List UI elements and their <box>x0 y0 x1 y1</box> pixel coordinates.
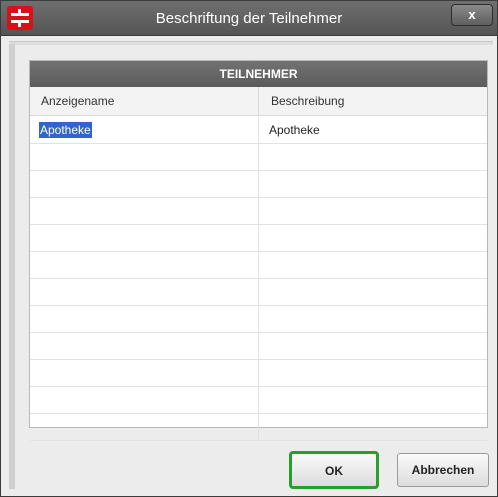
window-title: Beschriftung der Teilnehmer <box>155 10 343 27</box>
description-cell[interactable] <box>259 252 487 278</box>
display-name-cell[interactable] <box>30 171 259 197</box>
dialog-window: Beschriftung der Teilnehmer x TEILNEHMER… <box>0 0 498 497</box>
description-cell[interactable] <box>259 306 487 332</box>
table-row[interactable] <box>30 414 487 441</box>
table-title: TEILNEHMER <box>30 61 487 87</box>
display-name-cell[interactable] <box>30 144 259 170</box>
description-cell[interactable] <box>259 360 487 386</box>
table-row[interactable] <box>30 333 487 360</box>
display-name-cell[interactable] <box>30 387 259 413</box>
description-text: Apotheke <box>269 123 320 137</box>
description-cell[interactable] <box>259 279 487 305</box>
title-bar[interactable]: Beschriftung der Teilnehmer x <box>1 1 497 36</box>
table-row[interactable] <box>30 171 487 198</box>
table-body: Apotheke Apotheke <box>30 117 487 441</box>
left-panel-edge <box>9 44 15 489</box>
description-cell[interactable] <box>259 171 487 197</box>
table-row[interactable] <box>30 225 487 252</box>
table-row[interactable] <box>30 144 487 171</box>
description-cell[interactable] <box>259 198 487 224</box>
ok-button[interactable]: OK <box>289 451 379 489</box>
description-cell[interactable] <box>259 333 487 359</box>
display-name-cell[interactable] <box>30 414 259 440</box>
cancel-button[interactable]: Abbrechen <box>397 453 489 487</box>
description-cell[interactable]: Apotheke <box>259 117 487 143</box>
table-row[interactable] <box>30 306 487 333</box>
display-name-cell[interactable]: Apotheke <box>30 117 259 143</box>
table-row[interactable] <box>30 252 487 279</box>
column-header-description[interactable]: Beschreibung <box>259 87 487 116</box>
table-row[interactable] <box>30 387 487 414</box>
display-name-cell[interactable] <box>30 225 259 251</box>
description-cell[interactable] <box>259 144 487 170</box>
display-name-cell[interactable] <box>30 306 259 332</box>
table-row[interactable] <box>30 198 487 225</box>
display-name-cell[interactable] <box>30 279 259 305</box>
table-row[interactable] <box>30 360 487 387</box>
table-row[interactable] <box>30 279 487 306</box>
display-name-cell[interactable] <box>30 198 259 224</box>
participants-table: TEILNEHMER Anzeigename Beschreibung Apot… <box>29 60 488 441</box>
display-name-cell[interactable] <box>30 360 259 386</box>
display-name-cell[interactable] <box>30 333 259 359</box>
column-header-display-name[interactable]: Anzeigename <box>30 87 259 116</box>
description-cell[interactable] <box>259 387 487 413</box>
table-row[interactable]: Apotheke Apotheke <box>30 117 487 144</box>
display-name-text: Apotheke <box>39 122 92 138</box>
description-cell[interactable] <box>259 414 487 440</box>
header-divider <box>9 41 493 45</box>
description-cell[interactable] <box>259 225 487 251</box>
close-button[interactable]: x <box>451 4 493 26</box>
display-name-cell[interactable] <box>30 252 259 278</box>
